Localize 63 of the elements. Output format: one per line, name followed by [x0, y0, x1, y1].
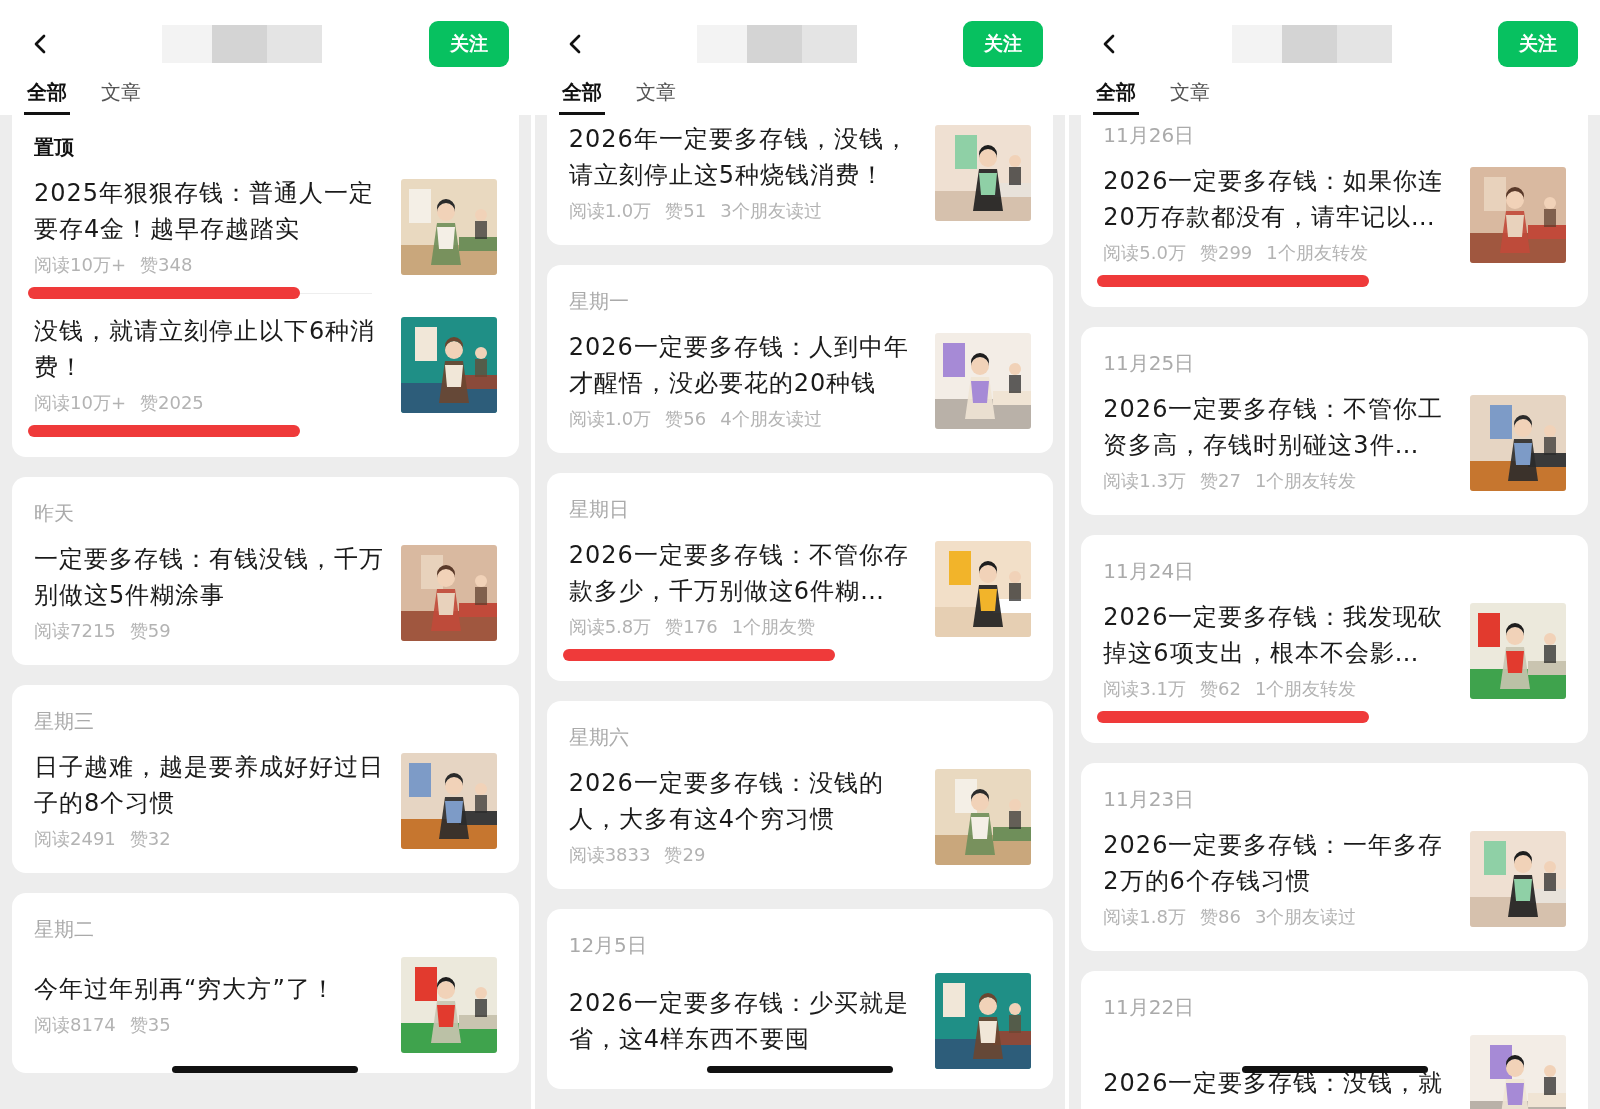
article-stat: 3个朋友读过 — [1254, 905, 1357, 929]
article-title[interactable]: 日子越难，越是要养成好好过日子的8个习惯 — [34, 749, 385, 821]
article-stat: 阅读8174 — [34, 1013, 116, 1037]
date-label: 昨天 — [34, 500, 75, 527]
date-label: 11月24日 — [1103, 558, 1196, 585]
article-stat: 阅读5.0万 — [1103, 241, 1186, 265]
date-label: 星期六 — [568, 724, 630, 751]
article-title[interactable]: 一定要多存钱：有钱没钱，千万别做这5件糊涂事 — [34, 541, 385, 613]
article-stat: 阅读3.1万 — [1103, 677, 1186, 701]
article-stat: 赞86 — [1199, 905, 1241, 929]
article-title[interactable]: 2025年狠狠存钱：普通人一定要存4金！越早存越踏实 — [34, 175, 385, 247]
date-label: 星期日 — [568, 496, 630, 523]
article-stat: 阅读1.8万 — [1103, 905, 1186, 929]
article-stat: 赞35 — [129, 1013, 171, 1037]
date-label: 11月25日 — [1103, 350, 1196, 377]
tab[interactable]: 文章 — [98, 73, 144, 115]
article-stat: 阅读5.8万 — [568, 615, 652, 639]
date-label: 星期三 — [34, 708, 95, 735]
article-title[interactable]: 2026一定要多存钱：没钱的人，大多有这4个穷习惯 — [568, 765, 920, 837]
article-title[interactable]: 2026一定要多存钱：人到中年才醒悟，没必要花的20种钱 — [568, 329, 920, 401]
article-stat: 1个朋友转发 — [1254, 469, 1357, 493]
article-title[interactable]: 2026一定要多存钱：如果你连20万存款都没有，请牢记以… — [1103, 163, 1454, 235]
date-label: 星期二 — [34, 916, 95, 943]
date-label: 11月23日 — [1103, 786, 1196, 813]
article-title[interactable]: 今年过年别再“穷大方”了！ — [34, 971, 385, 1007]
date-label: 星期一 — [568, 288, 630, 315]
article-stat: 阅读10万+ — [34, 391, 126, 415]
article-stat: 1个朋友转发 — [1254, 677, 1357, 701]
article-stat: 阅读7215 — [34, 619, 116, 643]
pinned-label: 置顶 — [34, 134, 75, 161]
tab[interactable]: 文章 — [632, 73, 679, 115]
article-stat: 赞29 — [664, 843, 706, 867]
article-stat: 赞51 — [665, 199, 707, 223]
article-title[interactable]: 2026年一定要多存钱，没钱，请立刻停止这5种烧钱消费！ — [568, 121, 920, 193]
article-stat: 赞348 — [140, 253, 193, 277]
article-stat: 赞62 — [1199, 677, 1241, 701]
article-stat: 阅读10万+ — [34, 253, 126, 277]
date-label: 12月5日 — [568, 932, 648, 959]
date-label: 11月22日 — [1103, 994, 1196, 1021]
article-stat: 赞176 — [665, 615, 718, 639]
article-stat: 赞2025 — [140, 391, 204, 415]
article-title[interactable]: 2026一定要多存钱：一年多存2万的6个存钱习惯 — [1103, 827, 1454, 899]
article-stat: 赞56 — [665, 407, 707, 431]
article-stat: 阅读1.0万 — [568, 199, 652, 223]
article-stat: 1个朋友转发 — [1266, 241, 1368, 265]
article-title[interactable]: 2026一定要多存钱：我发现砍掉这6项支出，根本不会影… — [1103, 599, 1454, 671]
article-stat: 阅读1.0万 — [568, 407, 652, 431]
article-stat: 赞27 — [1199, 469, 1241, 493]
article-stat: 阅读2491 — [34, 827, 116, 851]
article-stat: 3个朋友读过 — [720, 199, 822, 223]
article-stat: 赞59 — [129, 619, 171, 643]
tab[interactable]: 文章 — [1167, 73, 1214, 115]
article-title[interactable]: 没钱，就请立刻停止以下6种消费！ — [34, 313, 385, 385]
article-stat: 赞299 — [1199, 241, 1253, 265]
article-stat: 赞32 — [129, 827, 171, 851]
article-stat: 阅读3833 — [568, 843, 651, 867]
article-stat: 1个朋友赞 — [731, 615, 816, 639]
article-title[interactable]: 2026一定要多存钱：不管你存款多少，千万别做这6件糊… — [568, 537, 920, 609]
date-label: 11月26日 — [1103, 122, 1196, 149]
article-title[interactable]: 2026一定要多存钱：少买就是省，这4样东西不要囤 — [568, 985, 920, 1057]
article-title[interactable]: 2026一定要多存钱：不管你工资多高，存钱时别碰这3件… — [1103, 391, 1454, 463]
article-stat: 阅读1.3万 — [1103, 469, 1186, 493]
article-stat: 4个朋友读过 — [720, 407, 822, 431]
